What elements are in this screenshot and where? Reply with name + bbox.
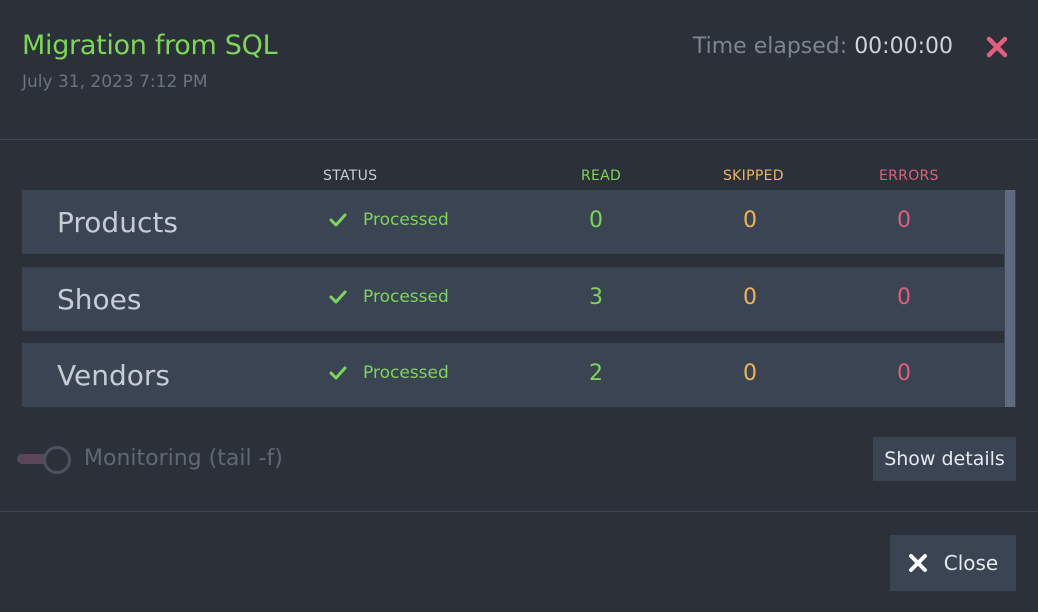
monitoring-label: Monitoring (tail -f): [84, 446, 283, 471]
column-header-read: READ: [581, 168, 622, 184]
row-name: Vendors: [57, 359, 170, 392]
close-button[interactable]: Close: [890, 535, 1016, 591]
column-header-skipped: SKIPPED: [723, 168, 784, 184]
row-skipped-count: 0: [743, 285, 757, 310]
row-read-count: 0: [589, 208, 603, 233]
row-name: Shoes: [57, 283, 142, 316]
dialog-title: Migration from SQL: [22, 30, 278, 61]
close-icon[interactable]: [984, 34, 1010, 60]
row-status-label: Processed: [363, 287, 449, 307]
row-status: Processed: [329, 363, 449, 383]
row-errors-count: 0: [897, 361, 911, 386]
table-row: Shoes Processed 3 0 0: [22, 267, 1004, 331]
check-icon: [329, 213, 347, 227]
row-status-label: Processed: [363, 363, 449, 383]
row-errors-count: 0: [897, 208, 911, 233]
row-errors-count: 0: [897, 285, 911, 310]
row-read-count: 3: [589, 285, 603, 310]
check-icon: [329, 290, 347, 304]
row-skipped-count: 0: [743, 208, 757, 233]
check-icon: [329, 366, 347, 380]
dialog-date: July 31, 2023 7:12 PM: [22, 72, 208, 92]
close-button-label: Close: [943, 551, 999, 575]
row-read-count: 2: [589, 361, 603, 386]
footer-divider: [0, 511, 1038, 512]
row-status-label: Processed: [363, 210, 449, 230]
time-elapsed: Time elapsed: 00:00:00: [693, 34, 953, 59]
column-header-status: STATUS: [323, 168, 378, 184]
table-row: Products Processed 0 0 0: [22, 190, 1004, 254]
toggle-knob: [43, 446, 71, 474]
column-header-errors: ERRORS: [879, 168, 939, 184]
time-elapsed-value: 00:00:00: [854, 34, 953, 59]
monitoring-toggle[interactable]: [17, 445, 71, 474]
scrollbar[interactable]: [1004, 190, 1016, 407]
close-icon: [908, 554, 927, 572]
scrollbar-thumb[interactable]: [1005, 190, 1015, 407]
show-details-button[interactable]: Show details: [873, 437, 1016, 481]
row-status: Processed: [329, 210, 449, 230]
row-skipped-count: 0: [743, 361, 757, 386]
row-name: Products: [57, 206, 178, 239]
dialog-header: Migration from SQL July 31, 2023 7:12 PM…: [0, 0, 1038, 140]
row-status: Processed: [329, 287, 449, 307]
table-row: Vendors Processed 2 0 0: [22, 343, 1004, 407]
time-elapsed-label: Time elapsed:: [692, 34, 848, 59]
